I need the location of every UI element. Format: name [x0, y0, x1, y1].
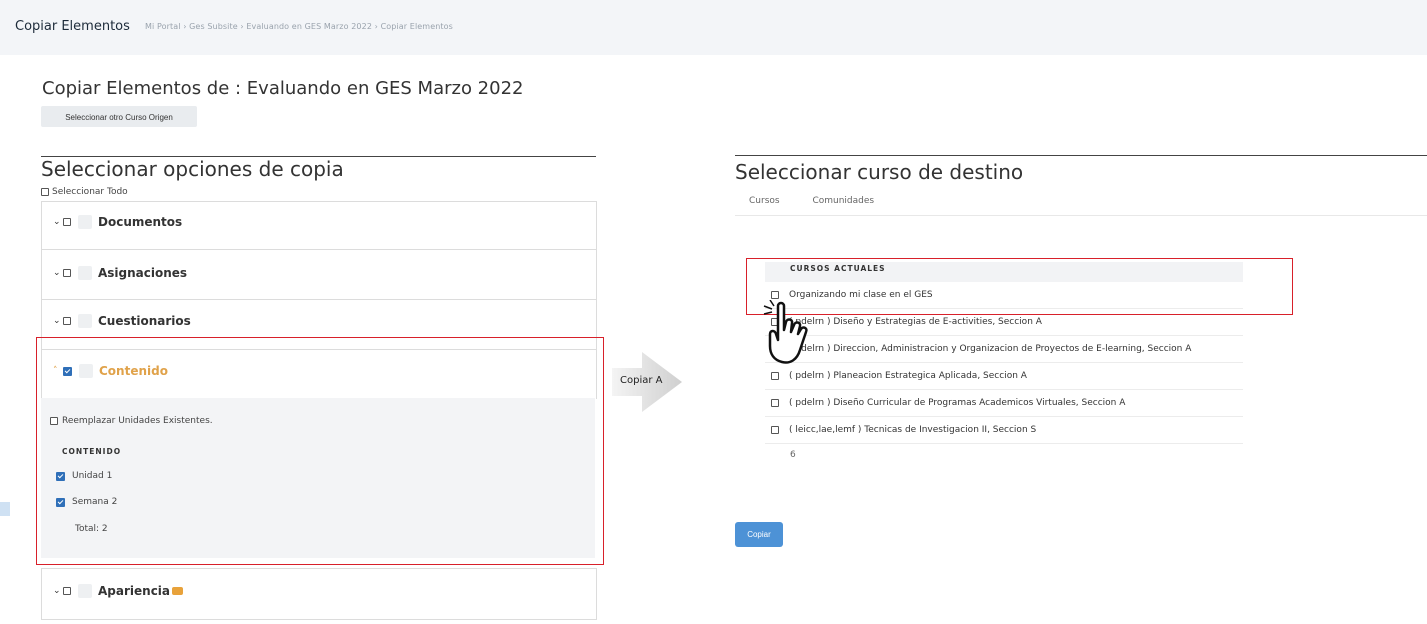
course-checkbox[interactable] [771, 372, 779, 380]
page-title: Copiar Elementos de : Evaluando en GES M… [42, 78, 524, 99]
courses-count: 6 [790, 450, 796, 460]
apariencia-checkbox[interactable] [63, 587, 71, 595]
appearance-icon [78, 584, 92, 598]
new-badge-icon [172, 587, 184, 595]
asignaciones-checkbox[interactable] [63, 269, 71, 277]
copy-button[interactable]: Copiar [735, 522, 783, 547]
tab-cursos[interactable]: Cursos [749, 196, 780, 206]
chevron-down-icon[interactable]: ⌄ [53, 217, 63, 227]
highlight-course [746, 258, 1293, 315]
tabs-divider [735, 215, 1427, 216]
course-row[interactable]: ( pdelrn ) Diseño Curricular de Programa… [765, 390, 1243, 417]
course-row[interactable]: ( pdelrn ) Direccion, Administracion y O… [765, 336, 1243, 363]
destination-tabs: Cursos Comunidades [749, 196, 904, 206]
select-all[interactable]: Seleccionar Todo [41, 187, 128, 197]
chevron-down-icon[interactable]: ⌄ [53, 316, 63, 326]
course-label: ( pdelrn ) Diseño y Estrategias de E-act… [789, 317, 1042, 327]
breadcrumb[interactable]: Mi Portal › Ges Subsite › Evaluando en G… [145, 22, 453, 31]
option-label-asignaciones[interactable]: Asignaciones [98, 266, 187, 280]
documentos-checkbox[interactable] [63, 218, 71, 226]
select-all-label: Seleccionar Todo [52, 187, 128, 197]
option-label-documentos[interactable]: Documentos [98, 215, 182, 229]
select-origin-course-button[interactable]: Seleccionar otro Curso Origen [41, 106, 197, 127]
option-panel-apariencia: ⌄ Apariencia [41, 568, 597, 620]
course-row[interactable]: ( pdelrn ) Planeacion Estrategica Aplica… [765, 363, 1243, 390]
course-label: ( pdelrn ) Direccion, Administracion y O… [789, 344, 1192, 354]
select-all-checkbox[interactable] [41, 188, 49, 196]
left-edge-marker [0, 502, 10, 516]
top-bar: Copiar Elementos Mi Portal › Ges Subsite… [0, 0, 1427, 55]
highlight-contenido [36, 337, 604, 565]
option-panel-asignaciones: ⌄ Asignaciones [41, 249, 597, 301]
option-label-apariencia[interactable]: Apariencia [98, 584, 170, 598]
chevron-down-icon[interactable]: ⌄ [53, 586, 63, 596]
page-header-title: Copiar Elementos [15, 19, 130, 34]
cuestionarios-checkbox[interactable] [63, 317, 71, 325]
option-panel-documentos: ⌄ Documentos [41, 201, 597, 251]
course-row[interactable]: ( leicc,lae,lemf ) Tecnicas de Investiga… [765, 417, 1243, 444]
course-label: ( pdelrn ) Diseño Curricular de Programa… [789, 398, 1126, 408]
destination-heading: Seleccionar curso de destino [735, 155, 1427, 184]
copy-options-heading: Seleccionar opciones de copia [41, 156, 596, 181]
course-label: ( pdelrn ) Planeacion Estrategica Aplica… [789, 371, 1027, 381]
tab-comunidades[interactable]: Comunidades [812, 196, 874, 206]
course-checkbox[interactable] [771, 426, 779, 434]
chevron-down-icon[interactable]: ⌄ [53, 268, 63, 278]
pointer-hand-icon [763, 300, 808, 364]
quiz-icon [78, 314, 92, 328]
copy-to-label: Copiar A [620, 375, 663, 386]
option-label-cuestionarios[interactable]: Cuestionarios [98, 314, 191, 328]
document-icon [78, 215, 92, 229]
assignment-icon [78, 266, 92, 280]
course-checkbox[interactable] [771, 399, 779, 407]
course-label: ( leicc,lae,lemf ) Tecnicas de Investiga… [789, 425, 1037, 435]
